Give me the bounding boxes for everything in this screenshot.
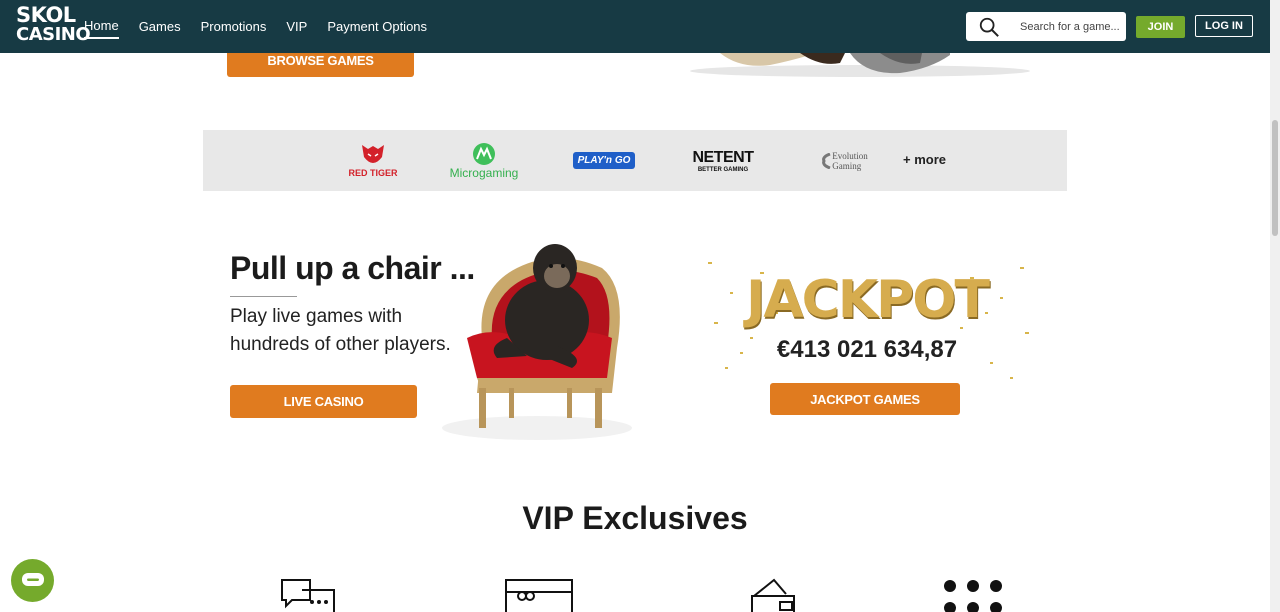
provider-name: NETENT [692, 148, 755, 166]
skol-casino-logo[interactable]: SKOL CASINO [16, 3, 91, 45]
provider-name-2: Gaming [832, 160, 862, 171]
chimp-in-armchair-image [442, 244, 632, 440]
provider-evolution[interactable]: Evolution Gaming [813, 130, 875, 191]
top-navigation-bar: SKOL CASINO Home Games Promotions VIP Pa… [0, 0, 1270, 53]
search-input[interactable] [1018, 19, 1122, 34]
evolution-icon [822, 152, 831, 169]
headline-divider [230, 296, 297, 297]
provider-name: Evolution [832, 150, 868, 161]
provider-netent[interactable]: NETENT BETTER GAMING [687, 130, 759, 191]
provider-tagline: BETTER GAMING [697, 166, 749, 173]
vip-exclusives-title: VIP Exclusives [522, 500, 748, 536]
nav-payment-options[interactable]: Payment Options [327, 15, 427, 38]
scrollbar-thumb[interactable] [1272, 120, 1278, 236]
provider-playngo[interactable]: PLAY'n GO [571, 130, 637, 191]
nav-promotions[interactable]: Promotions [201, 15, 267, 38]
search-icon[interactable] [978, 16, 1000, 38]
logo-line-2: CASINO [16, 24, 91, 45]
game-providers-strip: RED TIGER Microgaming PLAY'n GO NETENT B… [203, 130, 1067, 191]
more-providers-link[interactable]: + more [903, 152, 946, 167]
live-description: Play live games with hundreds of other p… [230, 303, 460, 359]
login-button[interactable]: LOG IN [1195, 15, 1253, 37]
microgaming-icon [473, 142, 495, 165]
jackpot-games-button[interactable]: JACKPOT GAMES [770, 383, 960, 415]
nav-home[interactable]: Home [84, 14, 119, 39]
nav-games[interactable]: Games [139, 15, 181, 38]
live-text-line-2: hundreds of other players. [230, 334, 451, 355]
provider-red-tiger[interactable]: RED TIGER [343, 130, 403, 191]
nav-vip[interactable]: VIP [286, 15, 307, 38]
join-button[interactable]: JOIN [1136, 16, 1185, 38]
live-text-line-1: Play live games with [230, 306, 403, 327]
search-box[interactable] [966, 12, 1126, 41]
provider-microgaming[interactable]: Microgaming [446, 130, 522, 191]
jackpot-amount: €413 021 634,87 [776, 336, 958, 363]
provider-name: RED TIGER [348, 168, 398, 178]
grid-dots-icon [944, 580, 1002, 612]
red-tiger-icon [362, 145, 384, 163]
provider-name: PLAY'n GO [572, 152, 636, 169]
logo-line-1: SKOL [16, 3, 76, 27]
live-chat-button[interactable] [11, 559, 54, 602]
main-nav: Home Games Promotions VIP Payment Option… [84, 0, 427, 53]
gift-card-icon [505, 579, 573, 612]
page-scrollbar[interactable] [1270, 0, 1280, 612]
jackpot-title: JACKPOT [746, 270, 990, 330]
chat-bubble-icon [22, 573, 44, 586]
hero-tiger-image [690, 53, 1030, 77]
wallet-icon [751, 578, 795, 612]
chat-icon [281, 579, 335, 612]
live-casino-button[interactable]: LIVE CASINO [230, 385, 417, 418]
provider-name: Microgaming [449, 165, 519, 180]
